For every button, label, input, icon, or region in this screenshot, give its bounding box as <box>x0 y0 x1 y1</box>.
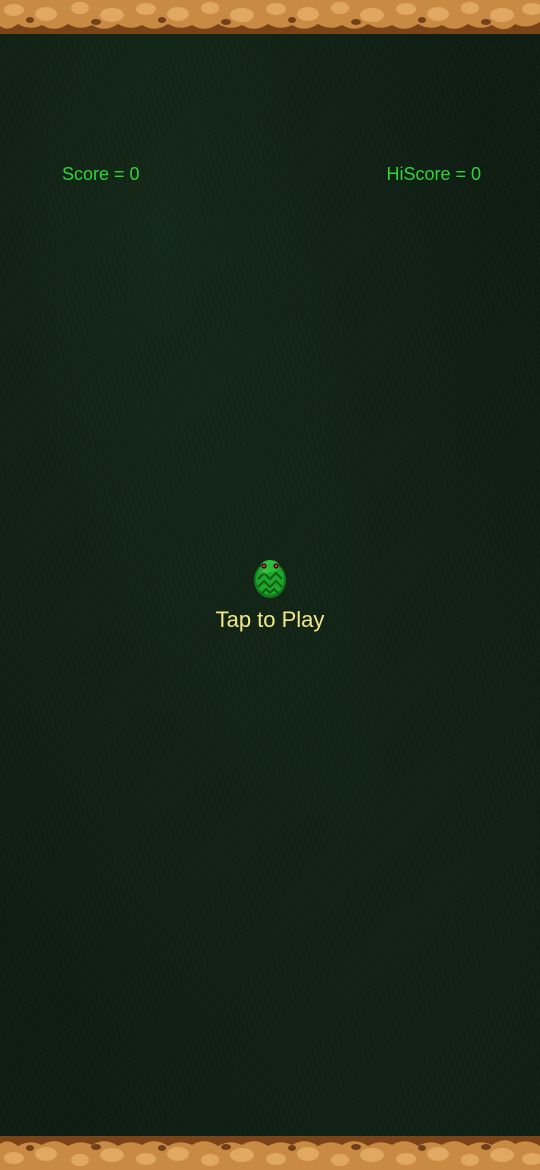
hiscore-display: HiScore = 0 <box>386 164 481 184</box>
top-rock-border <box>0 0 540 34</box>
bottom-rock-border <box>0 1136 540 1170</box>
score-display: Score = 0 <box>62 164 140 184</box>
snake-head-icon[interactable] <box>252 557 288 599</box>
tap-to-play-prompt[interactable]: Tap to Play <box>0 607 540 633</box>
game-screen[interactable]: Score = 0 HiScore = 0 Tap to Play <box>0 0 540 1170</box>
